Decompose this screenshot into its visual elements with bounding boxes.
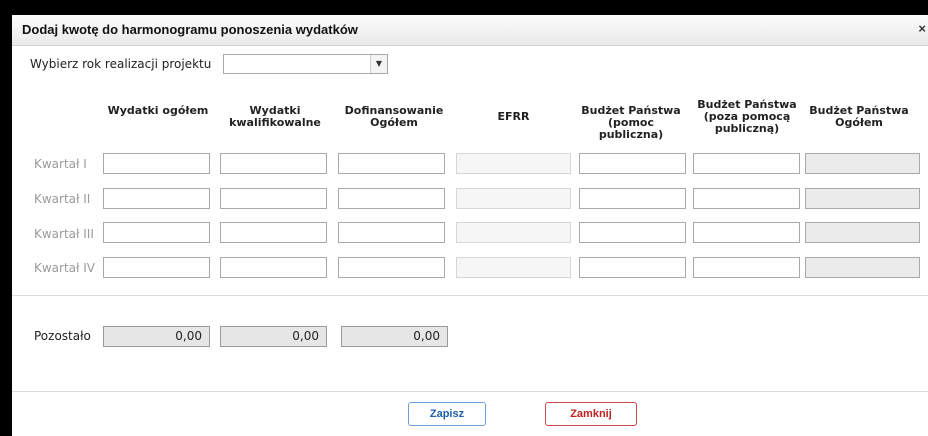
col-header-efrr: EFRR — [497, 110, 530, 123]
input-kwartal-1-bp-poza[interactable] — [693, 153, 800, 174]
input-kwartal-2-wydatki-ogolem[interactable] — [103, 188, 210, 209]
input-kwartal-1-bp-pomoc[interactable] — [579, 153, 686, 174]
divider — [12, 295, 928, 296]
input-kwartal-3-dofinansowanie[interactable] — [338, 222, 445, 243]
input-kwartal-3-wydatki-kwalifikowalne[interactable] — [220, 222, 327, 243]
col-header-bp-pomoc: Budżet Państwa (pomoc publiczna) — [581, 104, 681, 141]
close-icon[interactable]: × — [918, 21, 926, 36]
col-header-bp-ogolem: Budżet Państwa Ogółem — [809, 104, 909, 129]
input-kwartal-3-bp-poza[interactable] — [693, 222, 800, 243]
dialog: Dodaj kwotę do harmonogramu ponoszenia w… — [12, 15, 928, 436]
input-kwartal-2-dofinansowanie[interactable] — [338, 188, 445, 209]
input-kwartal-1-wydatki-ogolem[interactable] — [103, 153, 210, 174]
input-kwartal-4-dofinansowanie[interactable] — [338, 257, 445, 278]
input-kwartal-3-efrr — [456, 222, 571, 243]
input-kwartal-2-wydatki-kwalifikowalne[interactable] — [220, 188, 327, 209]
row-label-kwartal-4: Kwartał IV — [34, 261, 96, 275]
input-kwartal-1-efrr — [456, 153, 571, 174]
input-kwartal-4-wydatki-ogolem[interactable] — [103, 257, 210, 278]
input-kwartal-2-bp-poza[interactable] — [693, 188, 800, 209]
input-kwartal-1-wydatki-kwalifikowalne[interactable] — [220, 153, 327, 174]
remaining-label: Pozostało — [34, 329, 91, 343]
input-kwartal-4-bp-ogolem — [805, 257, 920, 278]
row-label-kwartal-1: Kwartał I — [34, 157, 87, 171]
col-header-bp-poza: Budżet Państwa (poza pomocą publiczną) — [697, 98, 797, 135]
input-kwartal-2-bp-pomoc[interactable] — [579, 188, 686, 209]
year-label: Wybierz rok realizacji projektu — [30, 57, 212, 71]
save-button[interactable]: Zapisz — [408, 402, 486, 426]
input-kwartal-1-bp-ogolem — [805, 153, 920, 174]
footer-divider — [12, 391, 928, 392]
remaining-dofinansowanie: 0,00 — [341, 326, 448, 347]
col-header-wydatki-kwalifikowalne: Wydatki kwalifikowalne — [229, 104, 321, 129]
dialog-title: Dodaj kwotę do harmonogramu ponoszenia w… — [22, 22, 358, 37]
input-kwartal-2-bp-ogolem — [805, 188, 920, 209]
chevron-down-icon[interactable]: ▼ — [370, 55, 387, 73]
remaining-wydatki-ogolem: 0,00 — [103, 326, 210, 347]
input-kwartal-2-efrr — [456, 188, 571, 209]
input-kwartal-3-bp-ogolem — [805, 222, 920, 243]
close-button[interactable]: Zamknij — [545, 402, 637, 426]
remaining-wydatki-kwalifikowalne: 0,00 — [220, 326, 327, 347]
col-header-wydatki-ogolem: Wydatki ogółem — [107, 104, 209, 117]
row-label-kwartal-2: Kwartał II — [34, 192, 91, 206]
input-kwartal-4-efrr — [456, 257, 571, 278]
row-label-kwartal-3: Kwartał III — [34, 227, 94, 241]
dialog-titlebar: Dodaj kwotę do harmonogramu ponoszenia w… — [12, 15, 928, 46]
input-kwartal-3-bp-pomoc[interactable] — [579, 222, 686, 243]
input-kwartal-3-wydatki-ogolem[interactable] — [103, 222, 210, 243]
input-kwartal-4-bp-poza[interactable] — [693, 257, 800, 278]
input-kwartal-4-bp-pomoc[interactable] — [579, 257, 686, 278]
col-header-dofinansowanie: Dofinansowanie Ogółem — [344, 104, 444, 129]
input-kwartal-4-wydatki-kwalifikowalne[interactable] — [220, 257, 327, 278]
input-kwartal-1-dofinansowanie[interactable] — [338, 153, 445, 174]
year-select[interactable]: ▼ — [223, 54, 388, 74]
